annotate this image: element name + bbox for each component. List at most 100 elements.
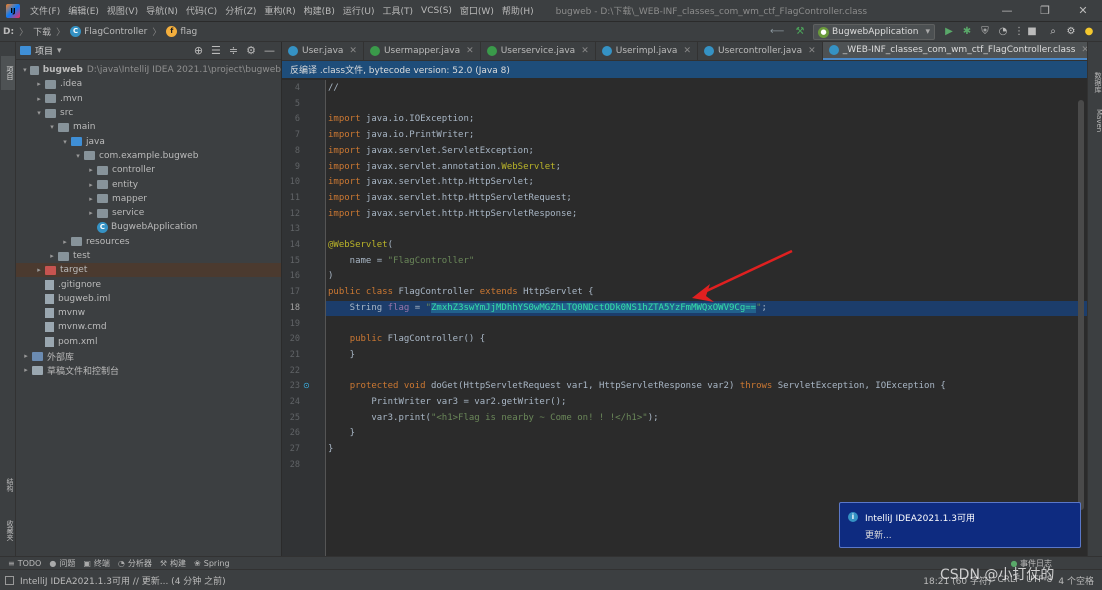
structure-tool-tab[interactable]: 结构 [1,470,15,500]
tree-item[interactable]: C BugwebApplication [16,220,281,234]
chevron-down-icon[interactable]: ▾ [46,123,58,131]
gear-icon[interactable]: ⚙ [246,44,256,57]
settings-icon[interactable]: ⚙ [1064,25,1078,39]
code-line[interactable]: } [328,350,355,360]
breadcrumb-drive[interactable]: D: [0,27,17,37]
code-line[interactable]: PrintWriter var3 = var2.getWriter(); [328,397,566,407]
code-editor[interactable]: 4 5 6 7 8 9 10 11 12 13 14 15 16 17 18 19 20 21 22 23 24 25 26… [282,80,1087,556]
code-line[interactable]: public class FlagController extends Http… [328,287,594,297]
profile-icon[interactable]: ◔ [996,25,1010,39]
indent-setting[interactable]: 4 个空格 [1058,574,1094,587]
code-line[interactable]: @WebServlet( [328,240,393,250]
code-line[interactable]: public FlagController() { [328,334,485,344]
code-line[interactable]: import javax.servlet.http.HttpServletReq… [328,193,572,203]
bottom-tool-tab[interactable]: ● 问题 [49,558,75,569]
chevron-right-icon[interactable]: ▸ [46,252,58,260]
code-line[interactable]: import java.io.PrintWriter; [328,130,474,140]
ide-update-icon[interactable]: ● [1082,25,1096,39]
tree-item[interactable]: pom.xml [16,335,281,349]
favorites-tool-tab[interactable]: 收藏夹 [1,512,15,548]
code-line[interactable]: } [328,444,333,454]
close-tab-icon[interactable]: ✕ [466,46,474,56]
chevron-right-icon[interactable]: ▸ [85,209,97,217]
more-run-icon[interactable]: ⋮ [1012,25,1026,39]
tree-item[interactable]: ▸ 草稿文件和控制台 [16,363,281,377]
update-notification[interactable]: i IntelliJ IDEA2021.1.3可用 更新... [839,502,1081,548]
tree-item[interactable]: ▸ 外部库 [16,349,281,363]
menu-item[interactable]: 分析(Z) [221,4,260,17]
chevron-right-icon[interactable]: ▸ [33,266,45,274]
menu-item[interactable]: 导航(N) [142,4,182,17]
breadcrumb-class[interactable]: C FlagController [67,26,150,37]
project-view-label[interactable]: 项目 [35,44,53,57]
chevron-down-icon[interactable]: ▾ [33,109,45,117]
menu-item[interactable]: 构建(B) [300,4,339,17]
bottom-tool-tab[interactable]: ▣ 终端 [83,558,110,569]
hide-panel-icon[interactable]: — [264,44,275,57]
code-line[interactable]: name = "FlagController" [328,256,475,266]
chevron-right-icon[interactable]: ▸ [85,181,97,189]
chevron-right-icon[interactable]: ▸ [33,80,45,88]
editor-tab[interactable]: _WEB-INF_classes_com_wm_ctf_FlagControll… [822,42,1096,60]
menu-item[interactable]: 帮助(H) [498,4,538,17]
chevron-down-icon[interactable]: ▾ [72,152,84,160]
bottom-tool-tab[interactable]: ≡ TODO [8,559,41,568]
close-tab-icon[interactable]: ✕ [683,46,691,56]
tree-item[interactable]: mvnw.cmd [16,320,281,334]
menu-item[interactable]: 工具(T) [379,4,418,17]
editor-tab[interactable]: Userservice.java ✕ [481,42,596,60]
code-line[interactable]: import javax.servlet.annotation.WebServl… [328,162,561,172]
editor-tab[interactable]: Usermapper.java ✕ [364,42,481,60]
tree-item[interactable]: ▸ .idea [16,77,281,91]
restore-icon[interactable]: ❐ [1026,0,1064,22]
chevron-right-icon[interactable]: ▸ [59,238,71,246]
code-line[interactable]: import java.io.IOException; [328,114,474,124]
database-tool-tab[interactable]: 数据库 [1089,62,1102,102]
collapse-all-icon[interactable]: ≑ [229,44,238,57]
code-line[interactable]: // [328,83,339,93]
menu-item[interactable]: 编辑(E) [64,4,103,17]
breadcrumb-field[interactable]: f flag [163,26,200,37]
close-tab-icon[interactable]: ✕ [349,46,357,56]
code-line[interactable]: ) [328,271,333,281]
run-configuration-select[interactable]: ● BugwebApplication ▾ [813,24,935,40]
tree-item[interactable]: ▸ controller [16,163,281,177]
bottom-tool-tab[interactable]: ◔ 分析器 [118,558,152,569]
toggle-tool-windows-icon[interactable] [5,575,14,585]
stop-icon[interactable]: ■ [1025,25,1039,39]
menu-item[interactable]: 文件(F) [26,4,64,17]
tree-item[interactable]: ▾ com.example.bugweb [16,149,281,163]
editor-tab[interactable]: Usercontroller.java ✕ [698,42,823,60]
tree-item[interactable]: ▸ target [16,263,281,278]
chevron-right-icon[interactable]: ▸ [33,95,45,103]
tree-item[interactable]: ▸ entity [16,177,281,191]
expand-all-icon[interactable]: ☰ [211,44,221,57]
close-icon[interactable]: ✕ [1064,0,1102,22]
tree-item[interactable]: ▸ resources [16,235,281,249]
code-line[interactable]: import javax.servlet.http.HttpServlet; [328,177,534,187]
tree-item[interactable]: ▾ java [16,134,281,148]
tree-item[interactable]: ▾ main [16,120,281,134]
code-line[interactable]: String flag = "ZmxhZ3swYmJjMDhhYS0wMGZhL… [328,302,767,313]
bottom-tool-tab[interactable]: ❀ Spring [194,559,230,568]
dropdown-arrow-icon[interactable]: ▾ [57,46,62,56]
run-icon[interactable]: ▶ [942,25,956,39]
tree-item[interactable]: ▾ bugweb D:\java\IntelliJ IDEA 2021.1\proj… [16,63,281,77]
tree-item[interactable]: ▸ mapper [16,192,281,206]
editor-tab[interactable]: User.java ✕ [282,42,364,60]
tree-item[interactable]: ▾ src [16,106,281,120]
close-tab-icon[interactable]: ✕ [808,46,816,56]
chevron-right-icon[interactable]: ▸ [85,166,97,174]
menu-item[interactable]: 运行(U) [339,4,379,17]
tree-item[interactable]: bugweb.iml [16,292,281,306]
menu-item[interactable]: 视图(V) [103,4,142,17]
chevron-down-icon[interactable]: ▾ [59,138,71,146]
menu-item[interactable]: 重构(R) [260,4,299,17]
bottom-tool-tab[interactable]: ⚒ 构建 [160,558,186,569]
locate-file-icon[interactable]: ⊕ [194,44,203,57]
maven-tool-tab[interactable]: Maven [1089,106,1102,136]
code-line[interactable]: var3.print("<h1>Flag is nearby ~ Come on… [328,413,658,423]
close-tab-icon[interactable]: ✕ [581,46,589,56]
back-arrow-icon[interactable]: ⟵ [770,25,784,39]
menu-item[interactable]: 窗口(W) [456,4,498,17]
